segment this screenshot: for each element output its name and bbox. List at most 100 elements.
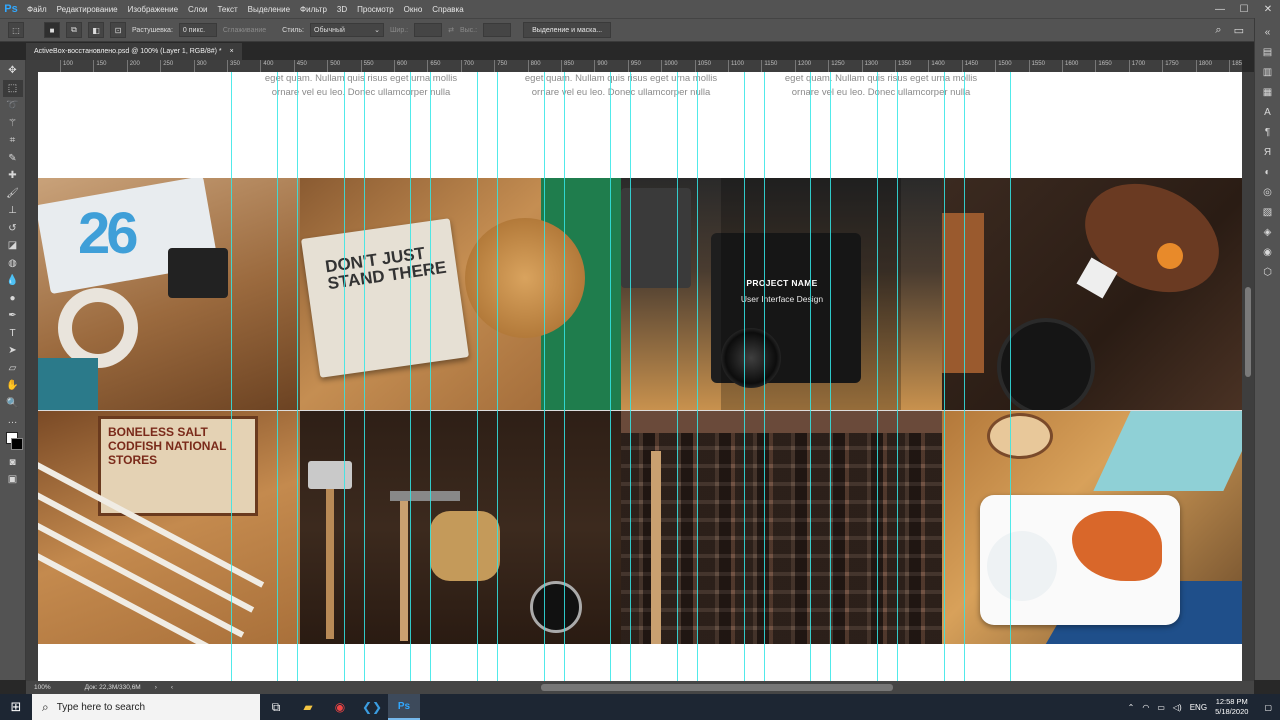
chrome-icon[interactable]: ◉ — [324, 694, 356, 720]
layers-icon[interactable]: ◈ — [1259, 224, 1277, 240]
swap-icon[interactable]: ⇄ — [448, 26, 454, 34]
menu-3d[interactable]: 3D — [332, 5, 352, 14]
photoshop-logo[interactable]: Ps — [0, 0, 22, 18]
dodge-tool-icon[interactable]: ● — [3, 290, 23, 308]
guide-line[interactable] — [477, 72, 478, 681]
menu-image[interactable]: Изображение — [123, 5, 183, 14]
document-canvas[interactable]: eget quam. Nullam quis risus eget urna m… — [38, 72, 1242, 681]
language-indicator[interactable]: ENG — [1190, 703, 1207, 712]
menu-layers[interactable]: Слои — [183, 5, 212, 14]
quick-mask-icon[interactable]: ◙ — [3, 454, 23, 472]
clone-stamp-tool-icon[interactable]: ⊥ — [3, 202, 23, 220]
network-icon[interactable]: ◠ — [1142, 703, 1149, 712]
guide-line[interactable] — [364, 72, 365, 681]
subtract-selection-icon[interactable]: ◧ — [88, 22, 104, 38]
crop-tool-icon[interactable]: ⌗ — [3, 132, 23, 150]
adjustments-icon[interactable]: ◐ — [1259, 164, 1277, 180]
chevron-up-icon[interactable]: ⌃ — [1128, 703, 1135, 712]
feather-input[interactable]: 0 пикс. — [178, 23, 217, 37]
guide-line[interactable] — [410, 72, 411, 681]
magic-wand-tool-icon[interactable]: ⚚ — [3, 115, 23, 133]
rectangular-marquee-tool-icon[interactable]: ⬚ — [2, 79, 23, 97]
vscode-icon[interactable]: ❮❯ — [356, 694, 388, 720]
guide-line[interactable] — [744, 72, 745, 681]
brush-tool-icon[interactable]: 🖌 — [3, 185, 23, 203]
width-input[interactable] — [414, 23, 443, 37]
hand-tool-icon[interactable]: ✋ — [3, 377, 23, 395]
close-tab-icon[interactable]: × — [230, 48, 234, 55]
paragraph-icon[interactable]: ¶ — [1259, 124, 1277, 140]
history-brush-tool-icon[interactable]: ↺ — [3, 220, 23, 238]
tile-food-plate[interactable] — [942, 411, 1242, 644]
guide-line[interactable] — [964, 72, 965, 681]
pen-tool-icon[interactable]: ✒ — [3, 307, 23, 325]
guide-line[interactable] — [877, 72, 878, 681]
battery-icon[interactable]: ▭ — [1157, 703, 1165, 712]
intersect-selection-icon[interactable]: ⊡ — [110, 22, 126, 38]
select-and-mask-button[interactable]: Выделение и маска... — [523, 22, 612, 38]
clock[interactable]: 12:58 PM 5/18/2020 — [1215, 697, 1248, 717]
volume-icon[interactable]: ◁) — [1173, 703, 1182, 712]
character-icon[interactable]: A — [1259, 104, 1277, 120]
style-select[interactable]: Обычный ⌄ — [310, 23, 384, 37]
guide-line[interactable] — [564, 72, 565, 681]
guide-line[interactable] — [1010, 72, 1011, 681]
workspace-icon[interactable]: ▭ — [1234, 24, 1244, 37]
guide-line[interactable] — [430, 72, 431, 681]
taskbar-search-box[interactable]: ⌕ Type here to search — [32, 694, 260, 720]
history-icon[interactable]: ▤ — [1259, 44, 1277, 60]
lasso-tool-icon[interactable]: ➰ — [3, 97, 23, 115]
notifications-icon[interactable]: ▢ — [1264, 703, 1272, 712]
photoshop-taskbar-icon[interactable]: Ps — [388, 694, 420, 720]
guide-line[interactable] — [497, 72, 498, 681]
guide-line[interactable] — [944, 72, 945, 681]
menu-window[interactable]: Окно — [399, 5, 428, 14]
menu-type[interactable]: Текст — [212, 5, 242, 14]
tile-kitchen-spices[interactable] — [942, 178, 1242, 411]
scroll-left-icon[interactable]: ‹ — [171, 684, 173, 691]
type-tool-icon[interactable]: T — [3, 325, 23, 343]
collapse-panels-icon[interactable]: « — [1259, 24, 1277, 40]
libraries-icon[interactable]: ▦ — [1259, 84, 1277, 100]
menu-view[interactable]: Просмотр — [352, 5, 399, 14]
menu-edit[interactable]: Редактирование — [52, 5, 123, 14]
swatches-icon[interactable]: ▧ — [1259, 204, 1277, 220]
shape-tool-icon[interactable]: ▱ — [3, 360, 23, 378]
horizontal-scroll-thumb[interactable] — [541, 684, 893, 691]
zoom-level[interactable]: 100% — [34, 684, 51, 691]
styles-icon[interactable]: ◎ — [1259, 184, 1277, 200]
guide-line[interactable] — [610, 72, 611, 681]
marquee-tool-preset-icon[interactable]: ⬚ — [8, 22, 24, 38]
eraser-tool-icon[interactable]: ◪ — [3, 237, 23, 255]
guide-line[interactable] — [810, 72, 811, 681]
vertical-scrollbar[interactable] — [1242, 72, 1254, 681]
file-explorer-icon[interactable]: ▰ — [292, 694, 324, 720]
add-selection-icon[interactable]: ⧉ — [66, 22, 82, 38]
blur-tool-icon[interactable]: 💧 — [3, 272, 23, 290]
color-swatches-icon[interactable] — [3, 430, 23, 454]
windows-start-icon[interactable]: ⊞ — [0, 694, 32, 720]
paths-icon[interactable]: ⬡ — [1259, 264, 1277, 280]
tile-tools[interactable] — [300, 411, 621, 644]
tile-typography-desk[interactable]: 26 — [38, 178, 300, 411]
guide-line[interactable] — [231, 72, 232, 681]
antialias-checkbox[interactable]: Сглаживание — [223, 27, 266, 34]
close-button[interactable]: ✕ — [1256, 0, 1280, 18]
paint-bucket-tool-icon[interactable]: ◍ — [3, 255, 23, 273]
guide-line[interactable] — [897, 72, 898, 681]
guide-line[interactable] — [544, 72, 545, 681]
guide-line[interactable] — [630, 72, 631, 681]
guide-line[interactable] — [677, 72, 678, 681]
minimize-button[interactable]: — — [1208, 0, 1232, 18]
vertical-scroll-thumb[interactable] — [1245, 287, 1251, 377]
guide-line[interactable] — [297, 72, 298, 681]
maximize-button[interactable]: ☐ — [1232, 0, 1256, 18]
menu-file[interactable]: Файл — [22, 5, 52, 14]
status-menu-chevron-icon[interactable]: › — [155, 684, 157, 691]
task-view-icon[interactable]: ⧉ — [260, 694, 292, 720]
move-tool-icon[interactable]: ✥ — [3, 62, 23, 80]
tile-dont-just-stand-there[interactable]: DON'T JUST STAND THERE — [300, 178, 621, 411]
zoom-tool-icon[interactable]: 🔍 — [3, 395, 23, 413]
height-input[interactable] — [483, 23, 512, 37]
guide-line[interactable] — [277, 72, 278, 681]
